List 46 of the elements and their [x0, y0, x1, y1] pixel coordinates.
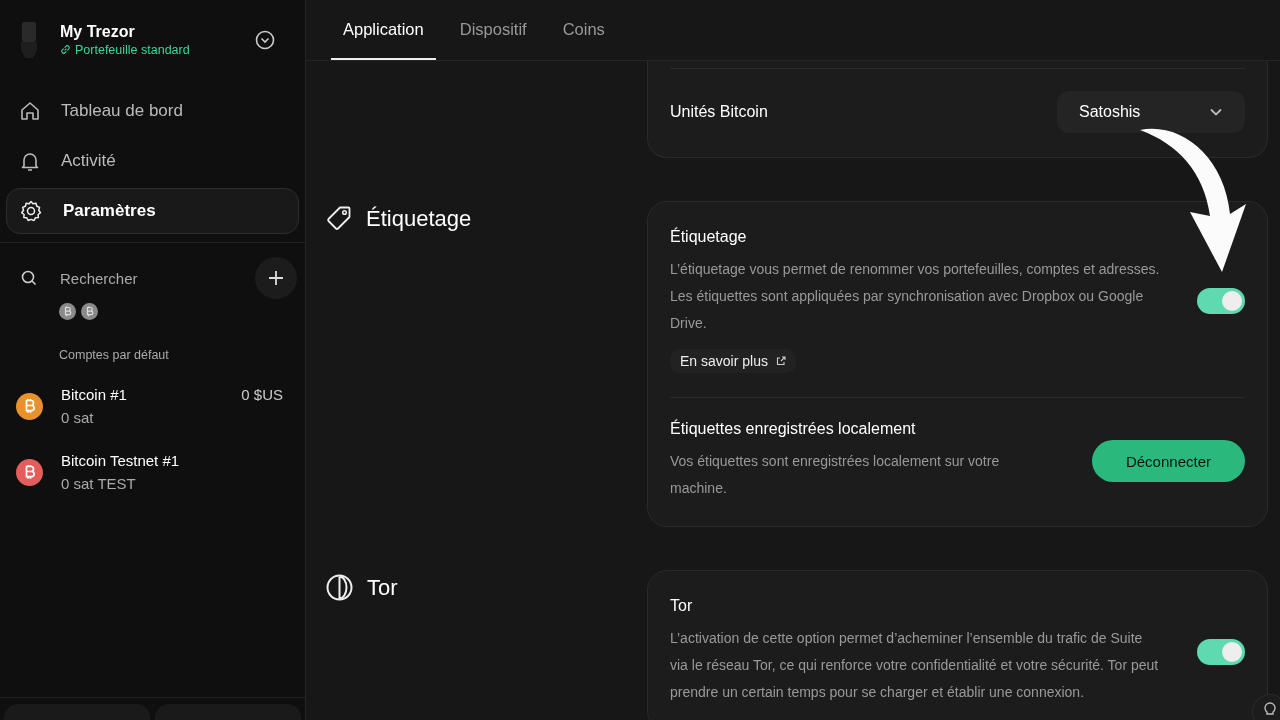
external-link-icon	[775, 356, 786, 366]
accounts-heading: Comptes par défaut	[58, 347, 170, 362]
tor-icon	[326, 574, 353, 601]
plus-icon	[269, 271, 283, 285]
link-icon	[60, 44, 71, 55]
tab[interactable]: Coins	[550, 0, 617, 60]
units-select[interactable]: Satoshis	[1057, 91, 1245, 133]
setting-title: Unités Bitcoin	[670, 103, 768, 121]
disconnect-button[interactable]: Déconnecter	[1091, 440, 1245, 482]
search-field[interactable]: Rechercher	[58, 268, 212, 288]
account-fiat: 0 $US	[241, 386, 283, 403]
chevron-down-icon[interactable]	[255, 29, 275, 50]
home-icon	[19, 100, 41, 122]
add-account-button[interactable]	[255, 257, 297, 299]
toggle-switch[interactable]	[1197, 287, 1245, 314]
tab[interactable]: Dispositif	[447, 0, 539, 60]
settings-icon	[19, 199, 43, 223]
bell-icon	[19, 150, 41, 172]
setting-description: L’activation de cette option permet d’acheminer l’ensemble du trafic de Suite via le réseau Tor, ce qui renforce votre confidentialité et votre sécurité. Tor peut prendre un certain temps pour se charger et établir une connexion.	[670, 629, 1160, 702]
account-name: Bitcoin #1	[61, 386, 127, 403]
lightbulb-icon	[1262, 701, 1278, 717]
account-balance: 0 sat	[61, 409, 95, 426]
nav-item[interactable]: Tableau de bord	[6, 88, 299, 134]
tab[interactable]: Application	[331, 0, 436, 60]
setting-title: Étiquetage	[670, 228, 747, 246]
account-item[interactable]: Bitcoin #1 0 $US 0 sat	[0, 362, 305, 438]
nav-item[interactable]: Activité	[6, 138, 299, 184]
section-title: Étiquetage	[366, 205, 472, 232]
nav-item[interactable]: Paramètres	[6, 188, 299, 234]
section-title: Tor	[367, 574, 398, 601]
device-name: My Trezor	[60, 22, 136, 41]
toggle-switch[interactable]	[1197, 638, 1245, 665]
tag-icon	[326, 205, 352, 231]
setting-title: Tor	[670, 597, 693, 615]
bitcoin-filter-icon[interactable]	[81, 303, 98, 320]
learn-more-link[interactable]: En savoir plus	[670, 349, 796, 373]
setting-title: Étiquettes enregistrées localement	[670, 420, 916, 438]
account-balance: 0 sat TEST	[61, 475, 137, 492]
account-name: Bitcoin Testnet #1	[61, 452, 180, 469]
account-item[interactable]: Bitcoin Testnet #1 0 sat TEST	[0, 438, 305, 504]
setting-description: L’étiquetage vous permet de renommer vos portefeuilles, comptes et adresses. Les étiquettes sont appliquées par synchronisation avec Dropbox ou Google Drive.	[670, 260, 1160, 333]
search-icon	[20, 269, 38, 287]
wallet-type: Portefeuille standard	[60, 42, 255, 57]
bitcoin-filter-icon[interactable]	[59, 303, 76, 320]
setting-description: Vos étiquettes sont enregistrées localement sur votre machine.	[670, 452, 1001, 498]
device-icon	[20, 21, 38, 58]
